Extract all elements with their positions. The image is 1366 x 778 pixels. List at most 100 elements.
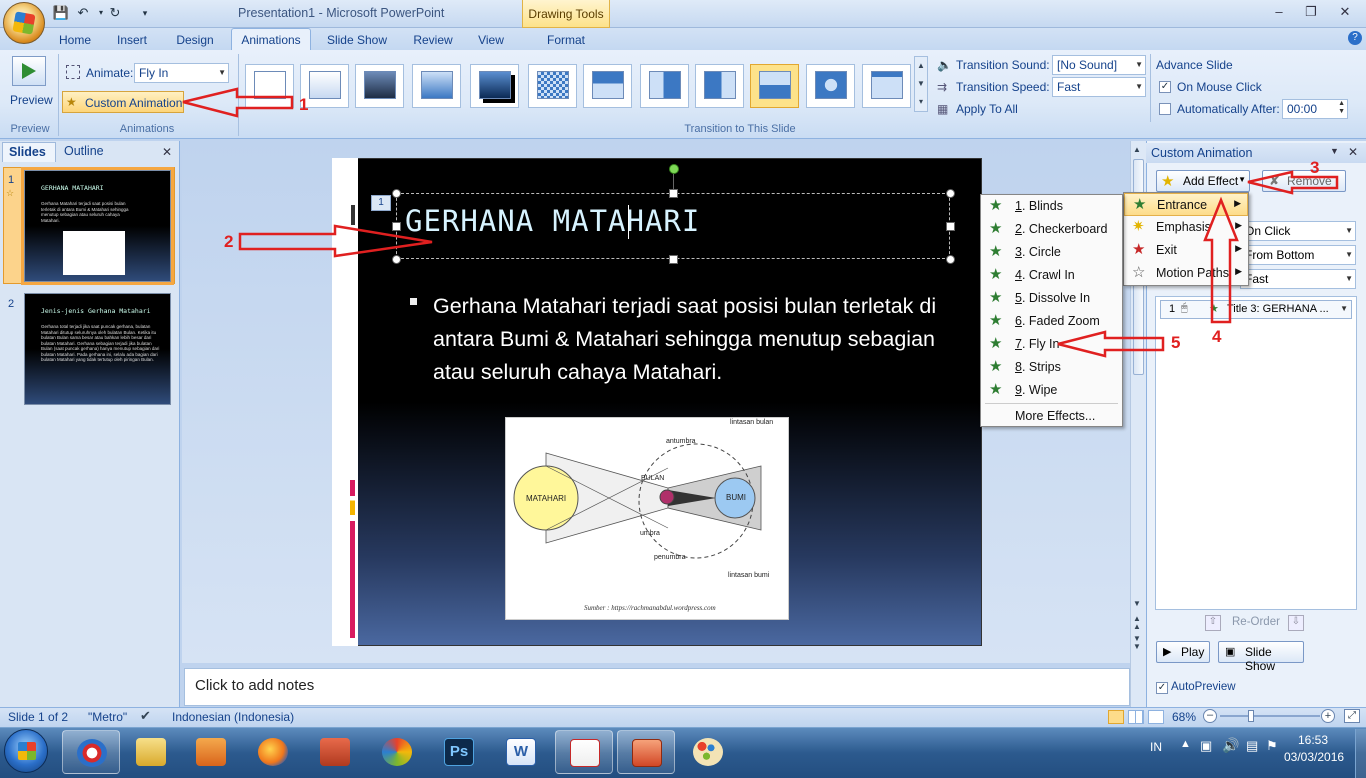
taskbar-firefox[interactable]: [244, 730, 302, 774]
transition-wipe-right[interactable]: [695, 64, 744, 108]
effect-fly-in[interactable]: ★ 7. Fly In: [981, 333, 1122, 356]
slide-sorter-icon[interactable]: [1128, 710, 1144, 724]
tab-insert[interactable]: Insert: [108, 31, 156, 50]
apply-to-all-button[interactable]: Apply To All: [956, 102, 1018, 116]
slide-show-view-icon[interactable]: [1148, 710, 1164, 724]
taskbar-photoshop[interactable]: Ps: [430, 730, 488, 774]
transition-sound-combo[interactable]: [No Sound] ▼: [1052, 55, 1146, 75]
tab-outline[interactable]: Outline: [58, 142, 124, 162]
taskbar-word[interactable]: W: [492, 730, 550, 774]
transition-cut[interactable]: [412, 64, 461, 108]
effect-crawl-in[interactable]: ★ 4. Crawl In: [981, 264, 1122, 287]
menu-item-emphasis[interactable]: ✷ Emphasis ▶: [1124, 216, 1248, 239]
menu-item-motion-paths[interactable]: ☆ Motion Paths ▶: [1124, 262, 1248, 285]
animation-order-tag[interactable]: 1: [371, 195, 391, 211]
slide-thumbnail-2[interactable]: Jenis-jenis Gerhana Matahari Gerhana tot…: [24, 293, 171, 405]
eclipse-diagram[interactable]: MATAHARI BULAN BUMI antumbra lintasan bu…: [505, 417, 789, 620]
redo-icon[interactable]: ↻: [106, 5, 124, 21]
transition-wheel[interactable]: [806, 64, 855, 108]
restore-icon[interactable]: ❐: [1300, 4, 1322, 20]
animation-list[interactable]: [1155, 296, 1357, 610]
tab-slides[interactable]: Slides: [2, 142, 56, 162]
taskbar-paint[interactable]: [679, 730, 737, 774]
zoom-out-icon[interactable]: –: [1203, 709, 1217, 723]
slide-show-button[interactable]: ▣ Slide Show: [1218, 641, 1304, 673]
zoom-slider-thumb[interactable]: [1248, 710, 1254, 722]
transition-dissolve[interactable]: [528, 64, 577, 108]
resize-handle[interactable]: [392, 189, 401, 198]
zoom-in-icon[interactable]: +: [1321, 709, 1335, 723]
transition-cut-black[interactable]: [470, 64, 519, 108]
tab-design[interactable]: Design: [168, 31, 222, 50]
transition-wipe-left[interactable]: [640, 64, 689, 108]
tray-arrow-icon[interactable]: ▲: [1180, 738, 1191, 750]
resize-handle[interactable]: [669, 255, 678, 264]
transition-fade-black[interactable]: [355, 64, 404, 108]
effect-circle[interactable]: ★ 3. Circle: [981, 241, 1122, 264]
close-pane-icon[interactable]: ✕: [162, 145, 172, 159]
tab-home[interactable]: Home: [52, 31, 98, 50]
taskbar-loader-app[interactable]: [368, 730, 426, 774]
volume-icon[interactable]: 🔊: [1222, 737, 1239, 754]
resize-handle[interactable]: [392, 222, 401, 231]
on-mouse-click-checkbox[interactable]: ✓: [1159, 81, 1171, 93]
effect-wipe[interactable]: ★ 9. Wipe: [981, 379, 1122, 402]
next-slide-icon[interactable]: ▼ ▼: [1133, 635, 1141, 651]
taskbar-explorer[interactable]: [122, 730, 180, 774]
close-window-icon[interactable]: ✕: [1334, 4, 1356, 20]
spell-check-icon[interactable]: ✔: [140, 708, 151, 724]
zoom-level[interactable]: 68%: [1172, 710, 1196, 724]
start-button[interactable]: [4, 729, 48, 773]
help-icon[interactable]: ?: [1348, 31, 1362, 45]
reorder-up-icon[interactable]: ⇧: [1205, 615, 1221, 631]
taskbar-app-1[interactable]: [62, 730, 120, 774]
effect-blinds[interactable]: ★ 1. Blinds: [981, 195, 1122, 218]
previous-slide-icon[interactable]: ▲ ▲: [1133, 615, 1141, 631]
scroll-up-icon[interactable]: ▲: [1133, 145, 1141, 154]
reorder-down-icon[interactable]: ⇩: [1288, 615, 1304, 631]
effect-checkerboard[interactable]: ★ 2. Checkerboard: [981, 218, 1122, 241]
gallery-scroll[interactable]: ▲ ▼ ▾: [914, 56, 928, 112]
custom-animation-button[interactable]: ★ Custom Animation: [62, 91, 184, 113]
zoom-slider-track[interactable]: [1220, 715, 1320, 717]
close-pane-icon[interactable]: ✕: [1348, 145, 1358, 159]
office-button[interactable]: [3, 2, 45, 44]
effect-strips[interactable]: ★ 8. Strips: [981, 356, 1122, 379]
transition-wipe-down[interactable]: [583, 64, 632, 108]
tab-view[interactable]: View: [470, 31, 512, 50]
slide-bullet-text[interactable]: Gerhana Matahari terjadi saat posisi bul…: [433, 290, 943, 389]
flag-icon[interactable]: ⚑: [1266, 738, 1278, 754]
tab-format[interactable]: Format: [538, 31, 594, 50]
language-indicator[interactable]: Indonesian (Indonesia): [172, 710, 294, 724]
preview-button[interactable]: Preview: [10, 93, 53, 107]
resize-handle[interactable]: [946, 255, 955, 264]
rotate-handle[interactable]: [669, 164, 679, 174]
transition-wipe-up[interactable]: [750, 64, 799, 108]
customize-qat-icon[interactable]: ▾: [136, 5, 154, 21]
resize-handle[interactable]: [946, 222, 955, 231]
resize-handle[interactable]: [669, 189, 678, 198]
taskbar-app-red[interactable]: [555, 730, 613, 774]
autopreview-checkbox[interactable]: ✓: [1156, 682, 1168, 694]
clock-date[interactable]: 03/03/2016: [1284, 750, 1344, 764]
speed-combo[interactable]: Fast ▼: [1240, 269, 1356, 289]
slide-thumbnail-1[interactable]: GERHANA MATAHARI Gerhana Matahari terjad…: [21, 167, 174, 285]
effect-dissolve-in[interactable]: ★ 5. Dissolve In: [981, 287, 1122, 310]
transition-none[interactable]: [245, 64, 294, 108]
remove-button[interactable]: ✘ Remove: [1262, 170, 1346, 192]
power-icon[interactable]: ▤: [1246, 738, 1258, 754]
notes-pane[interactable]: Click to add notes: [184, 668, 1130, 706]
slide-title[interactable]: GERHANA MATAHARI: [405, 204, 700, 238]
tab-review[interactable]: Review: [406, 31, 460, 50]
effect-faded-zoom[interactable]: ★ 6. Faded Zoom: [981, 310, 1122, 333]
input-language[interactable]: IN: [1150, 740, 1162, 754]
more-effects-item[interactable]: More Effects...: [981, 405, 1122, 428]
play-button[interactable]: ▶ Play: [1156, 641, 1210, 663]
auto-time-spinner[interactable]: 00:00 ▲ ▼: [1282, 99, 1348, 119]
menu-item-entrance[interactable]: ★ Entrance ▶: [1124, 193, 1248, 216]
show-desktop-button[interactable]: [1355, 729, 1366, 778]
fit-to-window-icon[interactable]: ⤢: [1344, 709, 1360, 723]
resize-handle[interactable]: [946, 189, 955, 198]
animation-list-item[interactable]: 1 🖱 ★ Title 3: GERHANA ... ▼: [1160, 300, 1352, 319]
save-icon[interactable]: 💾: [52, 5, 70, 21]
